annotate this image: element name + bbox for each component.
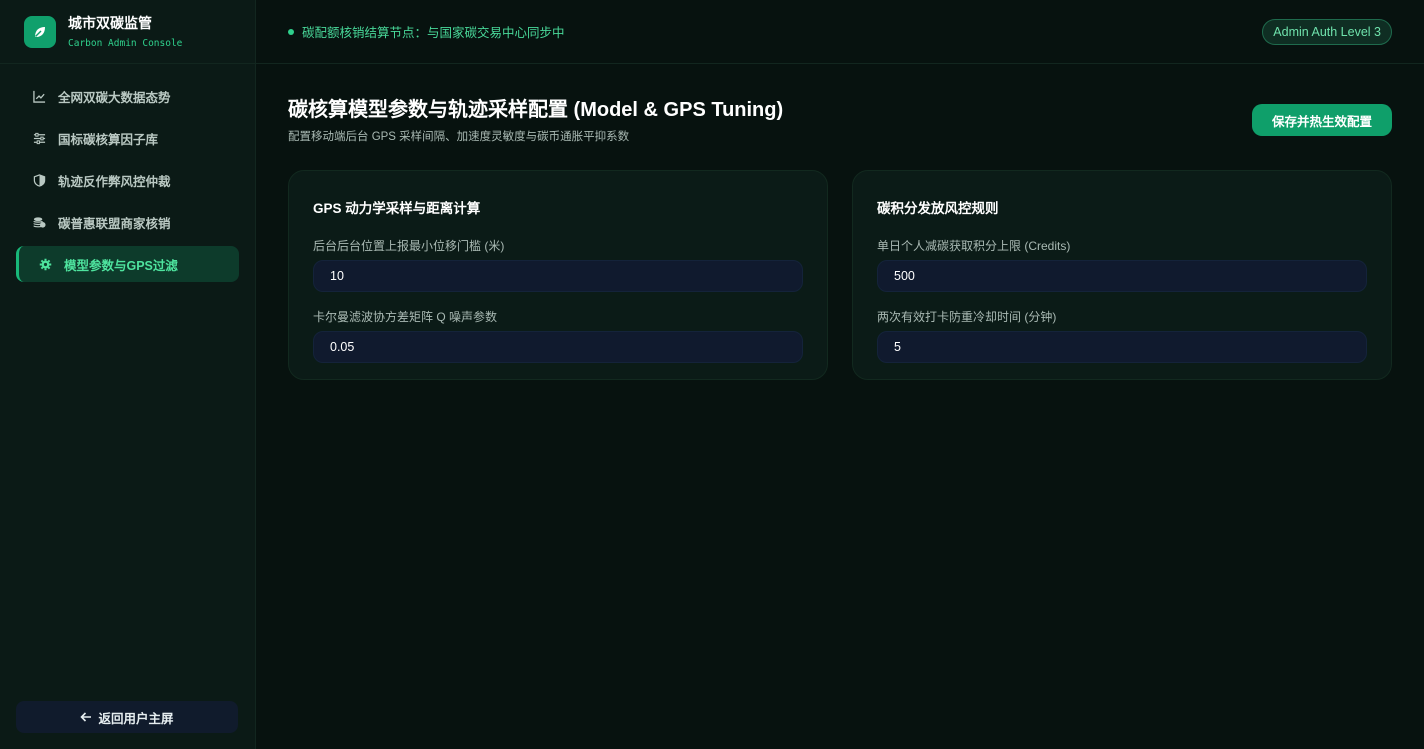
sync-status-text: 碳配额核销结算节点：与国家碳交易中心同步中 <box>302 26 565 40</box>
sidebar-item-model-gps[interactable]: 模型参数与GPS过滤 <box>16 246 239 282</box>
checkin-cooldown-input[interactable]: 5 <box>877 331 1367 363</box>
shield-icon <box>32 173 46 187</box>
sidebar: 城市双碳监管 Carbon Admin Console 全网双碳大数据态势 国标… <box>0 0 256 749</box>
save-config-button[interactable]: 保存并热生效配置 <box>1251 104 1392 136</box>
back-to-home-button[interactable]: 返回用户主屏 <box>16 701 238 733</box>
page-title: 碳核算模型参数与轨迹采样配置 (Model & GPS Tuning) <box>288 99 784 121</box>
leaf-logo-icon <box>24 15 56 48</box>
card-title: GPS 动力学采样与距离计算 <box>313 201 481 216</box>
sidebar-item-label: 模型参数与GPS过滤 <box>64 258 178 273</box>
page-header: 碳核算模型参数与轨迹采样配置 (Model & GPS Tuning) 配置移动… <box>288 96 1392 144</box>
sidebar-item-label: 国标碳核算因子库 <box>58 132 159 147</box>
config-cards: GPS 动力学采样与距离计算 后台后台位置上报最小位移门槛 (米) 10 卡尔曼… <box>288 170 1392 380</box>
sidebar-item-label: 轨迹反作弊风控仲裁 <box>58 174 171 189</box>
sidebar-item-label: 碳普惠联盟商家核销 <box>58 216 171 231</box>
sliders-icon <box>32 131 46 145</box>
status-dot-icon <box>288 28 294 35</box>
brand: 城市双碳监管 Carbon Admin Console <box>0 0 255 64</box>
card-title: 碳积分发放风控规则 <box>877 201 999 216</box>
min-displacement-label: 后台后台位置上报最小位移门槛 (米) <box>313 239 505 253</box>
back-button-label: 返回用户主屏 <box>98 711 174 726</box>
kalman-noise-label: 卡尔曼滤波协方差矩阵 Q 噪声参数 <box>313 310 498 324</box>
topbar: 碳配额核销结算节点：与国家碳交易中心同步中 Admin Auth Level 3 <box>256 0 1424 64</box>
gear-icon <box>38 257 52 271</box>
sidebar-item-label: 全网双碳大数据态势 <box>58 90 171 105</box>
sidebar-item-factors[interactable]: 国标碳核算因子库 <box>16 120 239 156</box>
kalman-noise-input[interactable]: 0.05 <box>313 331 803 363</box>
chart-line-icon <box>32 89 46 103</box>
auth-level-badge: Admin Auth Level 3 <box>1262 18 1392 45</box>
arrow-left-icon <box>80 711 92 723</box>
checkin-cooldown-label: 两次有效打卡防重冷却时间 (分钟) <box>877 310 1057 324</box>
gps-sampling-card: GPS 动力学采样与距离计算 后台后台位置上报最小位移门槛 (米) 10 卡尔曼… <box>288 170 828 380</box>
daily-credit-cap-label: 单日个人减碳获取积分上限 (Credits) <box>877 239 1071 253</box>
min-displacement-input[interactable]: 10 <box>313 260 803 292</box>
sidebar-nav: 全网双碳大数据态势 国标碳核算因子库 轨迹反作弊风控仲裁 碳普惠联盟商家核销 模… <box>0 64 255 282</box>
credit-rules-card: 碳积分发放风控规则 单日个人减碳获取积分上限 (Credits) 500 两次有… <box>852 170 1392 380</box>
sidebar-item-anti-cheat[interactable]: 轨迹反作弊风控仲裁 <box>16 162 239 198</box>
page-subtitle: 配置移动端后台 GPS 采样间隔、加速度灵敏度与碳币通胀平抑系数 <box>288 131 630 143</box>
sidebar-item-dashboard[interactable]: 全网双碳大数据态势 <box>16 78 239 114</box>
brand-title: 城市双碳监管 <box>68 15 152 31</box>
coins-icon <box>32 215 46 229</box>
daily-credit-cap-input[interactable]: 500 <box>877 260 1367 292</box>
sync-status: 碳配额核销结算节点：与国家碳交易中心同步中 <box>288 22 565 41</box>
sidebar-item-merchants[interactable]: 碳普惠联盟商家核销 <box>16 204 239 240</box>
main-content: 碳核算模型参数与轨迹采样配置 (Model & GPS Tuning) 配置移动… <box>288 96 1392 380</box>
brand-subtitle: Carbon Admin Console <box>68 38 183 49</box>
